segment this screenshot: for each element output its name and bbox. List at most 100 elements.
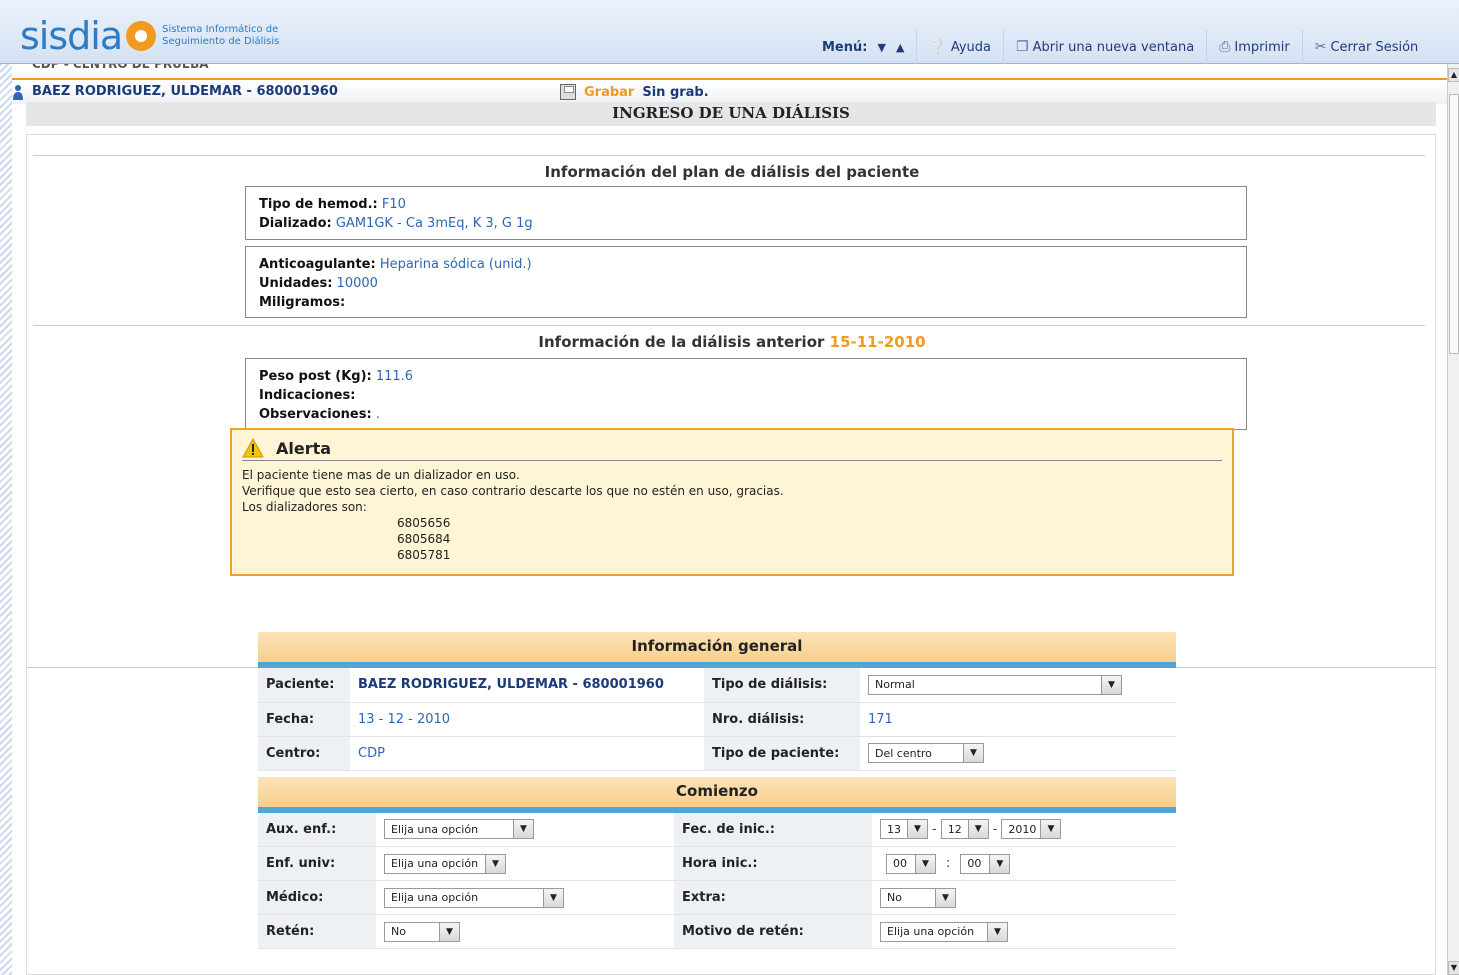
dializado-label: Dializado: — [259, 216, 332, 231]
observaciones-row: Observaciones: . — [259, 405, 1233, 424]
medico-cell: Elija una opción ▼ — [376, 880, 674, 915]
vertical-scrollbar[interactable]: ▲ ▼ — [1447, 64, 1459, 975]
table-row: Enf. univ: Elija una opción ▼ Hora inic.… — [258, 846, 1176, 881]
dializador-item: 6805684 — [397, 532, 451, 546]
logo-mark-icon — [126, 21, 157, 51]
reten-select[interactable]: No ▼ — [384, 921, 460, 942]
chevron-down-icon[interactable]: ▼ — [935, 888, 955, 907]
reten-cell: No ▼ — [376, 914, 674, 949]
patient-bar: BAEZ RODRIGUEZ, ULDEMAR - 680001960 Grab… — [12, 78, 1447, 104]
alert-line1: El paciente tiene mas de un dializador e… — [242, 468, 520, 482]
divider — [33, 155, 1425, 156]
anticoag-value: Heparina sódica (unid.) — [379, 257, 532, 272]
tipo-paciente-select[interactable]: Del centro ▼ — [868, 743, 984, 763]
previous-box: Peso post (Kg): 111.6 Indicaciones: Obse… — [245, 358, 1247, 430]
scrollbar-thumb[interactable] — [1449, 94, 1459, 354]
logo-subtitle: Sistema Informático de Seguimiento de Di… — [162, 24, 279, 48]
hora-inic-label: Hora inic.: — [674, 846, 872, 881]
logo-subtitle-line1: Sistema Informático de — [162, 24, 279, 35]
new-window-link[interactable]: ❐ Abrir una nueva ventana — [1003, 30, 1206, 64]
reten-selected: No — [391, 925, 406, 938]
divider — [33, 325, 1425, 326]
enf-univ-select[interactable]: Elija una opción ▼ — [384, 853, 506, 874]
hora-m-select[interactable]: 00 ▼ — [960, 853, 1011, 874]
print-link[interactable]: ⎙ Imprimir — [1206, 30, 1302, 64]
menu-expand-icon[interactable]: ▲ — [896, 41, 904, 54]
menu-toggle[interactable]: Menú: ▼ ▲ — [810, 30, 916, 64]
chevron-down-icon[interactable]: ▼ — [513, 820, 533, 839]
plan-section-title: Información del plan de diálisis del pac… — [544, 163, 920, 181]
reten-label: Retén: — [258, 914, 376, 949]
general-section-title: Información general — [258, 632, 1176, 668]
app-header: sisdia Sistema Informático de Seguimient… — [0, 0, 1459, 64]
tipo-paciente-label: Tipo de paciente: — [704, 736, 860, 771]
chevron-down-icon[interactable]: ▼ — [963, 744, 983, 762]
user-icon — [13, 85, 23, 100]
indicaciones-row: Indicaciones: — [259, 386, 1233, 405]
dializadores-list: 6805656 6805684 6805781 — [242, 515, 1222, 563]
chevron-down-icon[interactable]: ▼ — [907, 820, 927, 839]
chevron-down-icon[interactable]: ▼ — [987, 922, 1007, 941]
miligramos-row: Miligramos: — [259, 293, 1233, 312]
page-title: INGRESO DE UNA DIÁLISIS — [26, 102, 1436, 126]
chevron-down-icon[interactable]: ▼ — [543, 888, 563, 907]
new-window-icon: ❐ — [1016, 39, 1029, 55]
help-icon: ❔ — [929, 39, 947, 55]
extra-selected: No — [887, 891, 902, 904]
save-group: Grabar Sin grab. — [560, 84, 709, 100]
fec-inic-label: Fec. de inic.: — [674, 812, 872, 847]
aux-enf-selected: Elija una opción — [391, 822, 479, 836]
print-label: Imprimir — [1234, 39, 1290, 55]
menu-collapse-icon[interactable]: ▼ — [877, 41, 885, 54]
logout-link[interactable]: ✂ Cerrar Sesión — [1301, 30, 1431, 64]
previous-section-title: Información de la diálisis anterior 15-1… — [27, 333, 1437, 351]
new-window-label: Abrir una nueva ventana — [1032, 39, 1195, 55]
enf-univ-selected: Elija una opción — [391, 857, 479, 870]
plan-hemod-box: Tipo de hemod.: F10 Dializado: GAM1GK - … — [245, 186, 1247, 240]
aux-enf-select[interactable]: Elija una opción ▼ — [384, 819, 534, 840]
fec-day-select[interactable]: 13 ▼ — [880, 819, 928, 840]
date-separator: - — [992, 821, 998, 837]
fec-month-select[interactable]: 12 ▼ — [940, 819, 989, 840]
alert-line3: Los dializadores son: — [242, 500, 367, 514]
chevron-down-icon[interactable]: ▼ — [967, 820, 988, 839]
floppy-icon[interactable] — [560, 84, 576, 100]
dializador-item: 6805656 — [397, 516, 451, 530]
alert-body: El paciente tiene mas de un dializador e… — [242, 461, 1222, 563]
tipo-hemod-label: Tipo de hemod.: — [259, 197, 378, 212]
chevron-down-icon[interactable]: ▼ — [485, 854, 505, 873]
warning-icon — [242, 438, 264, 458]
chevron-down-icon[interactable]: ▼ — [989, 854, 1010, 873]
help-link[interactable]: ❔ Ayuda — [916, 30, 1003, 64]
tipo-hemod-value: F10 — [381, 197, 406, 212]
scroll-up-icon[interactable]: ▲ — [1448, 68, 1459, 82]
table-row: Aux. enf.: Elija una opción ▼ Fec. de in… — [258, 812, 1176, 847]
hora-h-select[interactable]: 00 ▼ — [886, 853, 936, 874]
paciente-label: Paciente: — [258, 668, 350, 703]
medico-select[interactable]: Elija una opción ▼ — [384, 887, 564, 908]
comienzo-table: Aux. enf.: Elija una opción ▼ Fec. de in… — [258, 812, 1176, 949]
fec-month-selected: 12 — [947, 822, 962, 836]
motivo-reten-select[interactable]: Elija una opción ▼ — [880, 921, 1008, 942]
chevron-down-icon[interactable]: ▼ — [915, 854, 935, 873]
fec-year-select[interactable]: 2010 ▼ — [1001, 819, 1062, 840]
tipo-hemod-row: Tipo de hemod.: F10 — [259, 195, 1233, 214]
patient-name: BAEZ RODRIGUEZ, ULDEMAR - 680001960 — [32, 84, 338, 99]
aux-enf-cell: Elija una opción ▼ — [376, 812, 674, 847]
motivo-reten-cell: Elija una opción ▼ — [872, 914, 1176, 949]
table-row: Médico: Elija una opción ▼ Extra: No ▼ — [258, 880, 1176, 915]
extra-cell: No ▼ — [872, 880, 1176, 915]
chevron-down-icon[interactable]: ▼ — [439, 922, 459, 941]
chevron-down-icon[interactable]: ▼ — [1040, 820, 1061, 839]
logo-text: sisdia — [20, 14, 123, 58]
tipo-paciente-cell: Del centro ▼ — [860, 736, 1176, 771]
alert-box: Alerta El paciente tiene mas de un diali… — [230, 428, 1234, 576]
extra-select[interactable]: No ▼ — [880, 887, 956, 908]
logout-label: Cerrar Sesión — [1330, 39, 1419, 55]
tipo-dialisis-select[interactable]: Normal ▼ — [868, 674, 1122, 695]
chevron-down-icon[interactable]: ▼ — [1101, 675, 1121, 694]
save-button[interactable]: Grabar — [584, 85, 634, 100]
general-info-table: Paciente: BAEZ RODRIGUEZ, ULDEMAR - 6800… — [258, 668, 1176, 771]
dializado-row: Dializado: GAM1GK - Ca 3mEq, K 3, G 1g — [259, 214, 1233, 233]
scroll-down-icon[interactable]: ▼ — [1448, 961, 1459, 975]
